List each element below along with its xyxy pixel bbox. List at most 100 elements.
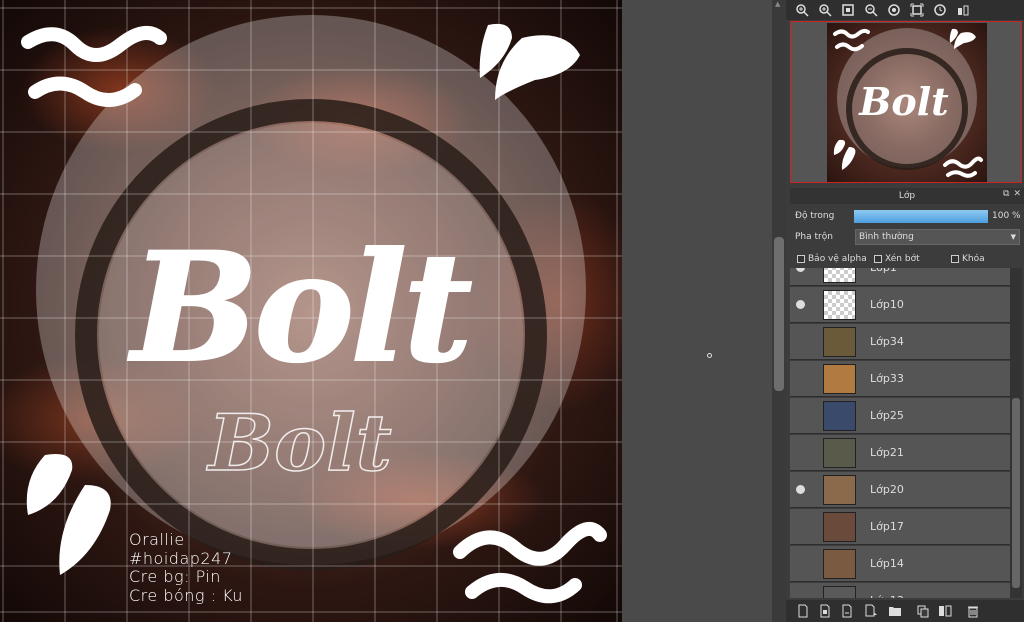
layer-name: Lớp20 (870, 483, 904, 496)
credit-line: Orallie (129, 530, 185, 549)
checkbox-box (797, 255, 805, 263)
close-icon[interactable]: ✕ (1013, 189, 1021, 199)
fullscreen-icon[interactable] (907, 1, 927, 19)
rotate-left-icon[interactable] (884, 1, 904, 19)
credit-line: Cre bóng : Ku (129, 585, 243, 605)
layer-thumbnail (823, 438, 856, 468)
artwork-title: Bolt (127, 220, 471, 396)
layer-toolbar (786, 600, 1024, 622)
lock-label: Khóa (962, 254, 985, 264)
layer-row[interactable]: Lớp14 (790, 546, 1010, 582)
app-window: Bolt Bolt Orallie #hoidap247 Cre bg: Pin… (0, 0, 1024, 622)
zoom-out-icon[interactable] (861, 1, 881, 19)
navigator-title: Bolt (858, 79, 949, 124)
layer-thumbnail (823, 512, 856, 542)
layer-name: Lớp21 (870, 446, 904, 459)
layer-thumbnail (823, 549, 856, 579)
layer-row[interactable]: Lớp17 (790, 509, 1010, 545)
duplicate-icon[interactable] (913, 602, 933, 620)
protect-alpha-checkbox[interactable]: Bảo vệ alpha (797, 254, 867, 264)
brush-cursor (707, 353, 712, 358)
layer-name: Lớp17 (870, 520, 904, 533)
visibility-toggle-icon[interactable] (796, 485, 805, 494)
merge-icon[interactable] (935, 602, 955, 620)
zoom-in-icon[interactable] (792, 1, 812, 19)
artwork-subtitle: Bolt (206, 398, 392, 489)
layer-row[interactable]: Lớp33 (790, 361, 1010, 397)
rotate-right-icon[interactable] (930, 1, 950, 19)
layers-panel-title: Lớp (898, 191, 916, 201)
lock-checkbox[interactable]: Khóa (951, 254, 985, 264)
layer-name: Lớp14 (870, 557, 904, 570)
canvas-artwork: Bolt Bolt (0, 0, 622, 622)
layer-thumbnail (823, 586, 856, 598)
navigator-toolbar (786, 0, 1024, 20)
flip-icon[interactable] (953, 1, 973, 19)
checkbox-box (874, 255, 882, 263)
blend-mode-select[interactable]: Bình thường ▼ (855, 229, 1020, 245)
layer-name: Lớp10 (870, 298, 904, 311)
blend-label: Pha trộn (795, 232, 833, 242)
layer-thumbnail (823, 268, 856, 283)
layer-row[interactable]: Lớp13 (790, 583, 1010, 598)
delete-icon[interactable] (963, 602, 983, 620)
layer-list-scrollbar[interactable] (1010, 268, 1022, 598)
visibility-toggle-icon[interactable] (796, 268, 805, 272)
layer-row[interactable]: Lớp10 (790, 287, 1010, 323)
opacity-slider-fill (854, 210, 988, 223)
squiggle-bottom-right (453, 521, 607, 604)
layer-row[interactable]: Lớp20 (790, 472, 1010, 508)
scrollbar-thumb[interactable] (774, 237, 784, 391)
layer-list[interactable]: Lớp1 Lớp10 Lớp34 Lớp33 Lớp25 Lớp21 Lớp20 Lớp17 L… (790, 268, 1010, 598)
scrollbar-thumb[interactable] (1012, 398, 1020, 588)
layer-thumbnail (823, 475, 856, 505)
layer-options-row: Bảo vệ alpha Xén bớt Khóa (790, 249, 1024, 269)
layer-name: Lớp13 (870, 594, 904, 598)
layer-row[interactable]: Lớp1 (790, 268, 1010, 286)
clipping-label: Xén bớt (885, 254, 920, 264)
drawing-canvas[interactable]: Bolt Bolt Orallie #hoidap247 Cre bg: Pin… (0, 0, 622, 622)
folder-icon[interactable] (885, 602, 905, 620)
clipping-checkbox[interactable]: Xén bớt (874, 254, 920, 264)
drop-shapes-bottom-left (26, 454, 111, 575)
credit-line: #hoidap247 (129, 548, 233, 568)
layer-name: Lớp34 (870, 335, 904, 348)
add-layer-menu-icon[interactable] (859, 602, 883, 620)
layer-name: Lớp25 (870, 409, 904, 422)
credit-text: Orallie #hoidap247 Cre bg: Pin Cre bóng … (129, 530, 243, 605)
blend-mode-value: Bình thường (859, 232, 914, 242)
canvas-vertical-scrollbar[interactable]: ▲ (772, 0, 786, 622)
new-layer-icon[interactable] (815, 602, 835, 620)
layers-panel-header: Lớp ⧉ ✕ (790, 188, 1024, 204)
opacity-slider[interactable] (854, 210, 988, 223)
popout-icon[interactable]: ⧉ (1003, 189, 1009, 199)
scroll-up-arrow-icon[interactable]: ▲ (775, 0, 783, 8)
layer-row[interactable]: Lớp25 (790, 398, 1010, 434)
layer-thumbnail (823, 401, 856, 431)
new-layer-icon[interactable] (793, 602, 813, 620)
layer-row[interactable]: Lớp34 (790, 324, 1010, 360)
workspace-area[interactable] (622, 0, 772, 622)
layer-thumbnail (823, 327, 856, 357)
chevron-down-icon: ▼ (1010, 233, 1016, 241)
credit-line: Cre bg: Pin (129, 567, 221, 586)
new-layer-icon[interactable] (837, 602, 857, 620)
checkbox-box (951, 255, 959, 263)
opacity-row: Độ trong 100 % (790, 206, 1024, 226)
layer-name: Lớp33 (870, 372, 904, 385)
navigator-preview[interactable]: Bolt (790, 21, 1022, 183)
right-panel: Bolt Lớp ⧉ ✕ Độ trong 100 % Pha trộn Bìn… (786, 0, 1024, 622)
navigator-thumbnail: Bolt (827, 23, 987, 182)
layer-thumbnail (823, 364, 856, 394)
layer-thumbnail (823, 290, 856, 320)
protect-alpha-label: Bảo vệ alpha (808, 254, 867, 264)
opacity-label: Độ trong (795, 211, 835, 221)
fit-screen-icon[interactable] (838, 1, 858, 19)
zoom-in-icon[interactable] (815, 1, 835, 19)
squiggle-top-left (21, 25, 167, 107)
visibility-toggle-icon[interactable] (796, 300, 805, 309)
layer-row[interactable]: Lớp21 (790, 435, 1010, 471)
layer-name: Lớp1 (870, 268, 897, 274)
opacity-value: 100 % (992, 211, 1021, 221)
blend-row: Pha trộn Bình thường ▼ (790, 227, 1024, 247)
